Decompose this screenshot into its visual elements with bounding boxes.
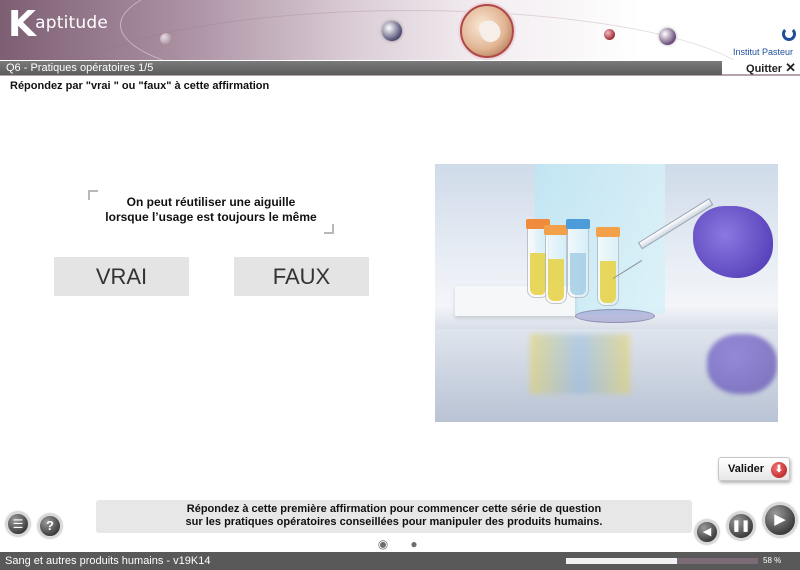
question-icon[interactable]: ?: [38, 514, 62, 538]
question-instruction: Répondez par "vrai " ou "faux" à cette a…: [10, 80, 270, 92]
statement-line: On peut réutiliser une aiguille: [126, 195, 296, 209]
progress-label: 58 %: [763, 556, 782, 565]
validate-button[interactable]: Valider ⬇: [718, 457, 790, 481]
course-title: Sang et autres produits humains - v19K14: [5, 555, 211, 567]
quit-button[interactable]: Quitter ✕: [746, 61, 796, 76]
list-icon[interactable]: ☰: [6, 512, 30, 536]
close-icon: ✕: [785, 60, 796, 75]
decorative-orb: [160, 33, 172, 45]
statement-line: lorsque l’usage est toujours le même: [105, 210, 317, 224]
footer-bar: Sang et autres produits humains - v19K14…: [0, 552, 800, 570]
question-bar: Q6 - Pratiques opératoires 1/5 Quitter ✕: [0, 60, 800, 76]
validate-arrow-icon: ⬇: [771, 462, 787, 478]
lab-photo: [435, 164, 778, 422]
chat-bubble-icon[interactable]: ●: [406, 538, 422, 550]
kaptitude-logo: Kaptitude: [8, 4, 108, 45]
pasteur-mark-icon: [782, 27, 796, 41]
answer-true-button[interactable]: VRAI: [54, 257, 189, 296]
corner-decoration: [324, 224, 334, 234]
statement-box: On peut réutiliser une aiguille lorsque …: [88, 190, 334, 234]
progress-fill: [566, 558, 678, 564]
help-text-box: Répondez à cette première affirmation po…: [96, 500, 692, 533]
cell-medallion-image: [460, 4, 514, 58]
help-line: Répondez à cette première affirmation po…: [186, 503, 602, 515]
decorative-orb: [604, 29, 615, 40]
app-header: Kaptitude Institut Pasteur: [0, 0, 800, 60]
decorative-orb: [382, 21, 402, 41]
play-icon[interactable]: ▶: [763, 503, 797, 537]
help-line: sur les pratiques opératoires conseillée…: [185, 516, 603, 528]
validate-label: Valider: [728, 463, 765, 475]
speaker-icon[interactable]: ◉: [375, 538, 391, 550]
pause-icon[interactable]: ❚❚: [727, 512, 755, 540]
answer-false-button[interactable]: FAUX: [234, 257, 369, 296]
chevron-left-icon[interactable]: ◀: [695, 520, 719, 544]
quit-label: Quitter: [746, 63, 783, 75]
corner-decoration: [88, 190, 98, 200]
decorative-orb: [659, 28, 676, 45]
institut-pasteur-logo: Institut Pasteur: [730, 27, 796, 57]
progress-bar: [566, 558, 758, 564]
question-title: Q6 - Pratiques opératoires 1/5: [0, 61, 722, 75]
